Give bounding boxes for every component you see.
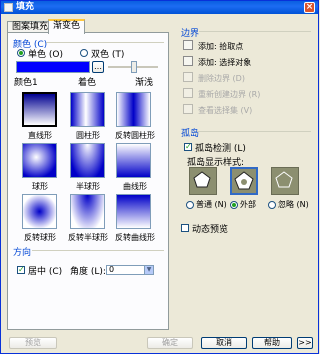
pentagon-icon	[193, 171, 211, 188]
color-picker-button[interactable]: …	[92, 61, 104, 73]
orientation-divider	[32, 250, 164, 251]
close-button[interactable]: ×	[304, 2, 315, 13]
color-swatch[interactable]	[16, 61, 90, 73]
one-color-label: 单色 (O)	[28, 50, 63, 60]
pick-points-label[interactable]: 添加: 拾取点	[198, 41, 243, 52]
pattern-cylinder-label: 圆柱形	[76, 131, 100, 140]
cancel-button[interactable]: 取消	[201, 337, 247, 349]
island-outer-label: 外部	[240, 200, 256, 209]
preview-button[interactable]: 预览	[9, 337, 57, 349]
pattern-hemispherical[interactable]	[70, 143, 105, 178]
island-ignore-radio[interactable]	[268, 201, 276, 209]
view-selections-icon[interactable]	[183, 104, 193, 114]
island-outer-radio[interactable]	[230, 201, 238, 209]
pattern-curved[interactable]	[116, 143, 151, 178]
recreate-boundary-label[interactable]: 重新创建边界 (R)	[198, 89, 260, 100]
dark-label: 着色	[78, 78, 97, 88]
one-color-radio[interactable]	[17, 49, 25, 57]
pattern-spherical-label: 球形	[32, 182, 48, 191]
pentagon-icon	[234, 171, 254, 190]
remove-boundaries-icon[interactable]	[183, 72, 193, 82]
island-ignore-label: 忽略 (N)	[278, 200, 309, 209]
pattern-cylinder[interactable]	[70, 92, 105, 127]
recreate-boundary-icon[interactable]	[183, 88, 193, 98]
more-options-button[interactable]: >>	[297, 337, 313, 349]
color-group-divider	[46, 42, 164, 43]
title-bar[interactable]: 填充 ×	[1, 1, 318, 14]
pattern-hemispherical-label: 半球形	[76, 182, 100, 191]
island-detection-label: 孤岛检测 (L)	[195, 144, 246, 154]
select-objects-icon[interactable]	[183, 56, 193, 66]
islands-divider	[197, 131, 311, 132]
select-objects-label[interactable]: 添加: 选择对象	[198, 57, 251, 68]
pattern-linear-label: 直线形	[28, 131, 52, 140]
island-detection-checkbox[interactable]: ✓	[184, 143, 192, 151]
pick-points-icon[interactable]	[183, 40, 193, 50]
pattern-inverted-spherical-label: 反转球形	[24, 233, 56, 242]
pattern-inverted-spherical[interactable]	[22, 194, 57, 229]
shade-slider-thumb[interactable]	[131, 61, 137, 73]
angle-label: 角度 (L):	[70, 267, 106, 277]
help-button[interactable]: 帮助	[252, 337, 292, 349]
angle-select[interactable]: 0 ▼	[106, 265, 154, 275]
island-style-normal-preview[interactable]	[189, 167, 217, 195]
pattern-inverted-hemispherical-label: 反转半球形	[68, 233, 108, 242]
pattern-spherical[interactable]	[22, 143, 57, 178]
pattern-inverted-cylinder-label: 反转圆柱形	[115, 131, 155, 140]
dynamic-preview-checkbox[interactable]	[181, 224, 189, 232]
remove-boundaries-label[interactable]: 删除边界 (D)	[198, 73, 245, 84]
island-normal-label: 普通 (N)	[196, 200, 227, 209]
centered-checkbox[interactable]: ✓	[17, 266, 25, 274]
light-label: 渐浅	[135, 78, 154, 88]
angle-value: 0	[109, 265, 115, 274]
island-normal-radio[interactable]	[186, 201, 194, 209]
pattern-linear[interactable]	[22, 92, 57, 127]
two-color-radio[interactable]	[80, 49, 88, 57]
boundary-group-title: 边界	[181, 29, 200, 39]
pattern-inverted-cylinder[interactable]	[116, 92, 151, 127]
hatch-dialog: 填充 × 图案填充 渐变色 颜色 (C) 单色 (O) 双色 (T) … 颜色1…	[0, 0, 319, 354]
color1-label: 颜色1	[14, 78, 38, 88]
window-title: 填充	[16, 2, 35, 12]
orientation-group-title: 方向	[13, 248, 32, 258]
island-style-ignore-preview[interactable]	[271, 167, 299, 195]
boundary-divider	[199, 31, 311, 32]
gradient-tab-panel: 颜色 (C) 单色 (O) 双色 (T) … 颜色1 着色 渐浅 直线形 圆柱形…	[7, 32, 169, 330]
pentagon-icon	[275, 171, 293, 188]
pattern-inverted-curved[interactable]	[116, 194, 151, 229]
dynamic-preview-label: 动态预览	[192, 225, 229, 235]
chevron-down-icon[interactable]: ▼	[144, 266, 153, 274]
tab-gradient[interactable]: 渐变色	[48, 19, 86, 34]
view-selections-label[interactable]: 查看选择集 (V)	[198, 105, 252, 116]
centered-label: 居中 (C)	[28, 267, 63, 277]
ok-button[interactable]: 确定	[147, 337, 193, 349]
app-icon	[4, 3, 13, 12]
pattern-curved-label: 曲线形	[123, 182, 147, 191]
islands-group-title: 孤岛	[181, 129, 200, 139]
two-color-label: 双色 (T)	[91, 50, 125, 60]
pattern-inverted-hemispherical[interactable]	[70, 194, 105, 229]
pattern-inverted-curved-label: 反转曲线形	[115, 233, 155, 242]
island-style-outer-preview[interactable]	[230, 167, 258, 195]
